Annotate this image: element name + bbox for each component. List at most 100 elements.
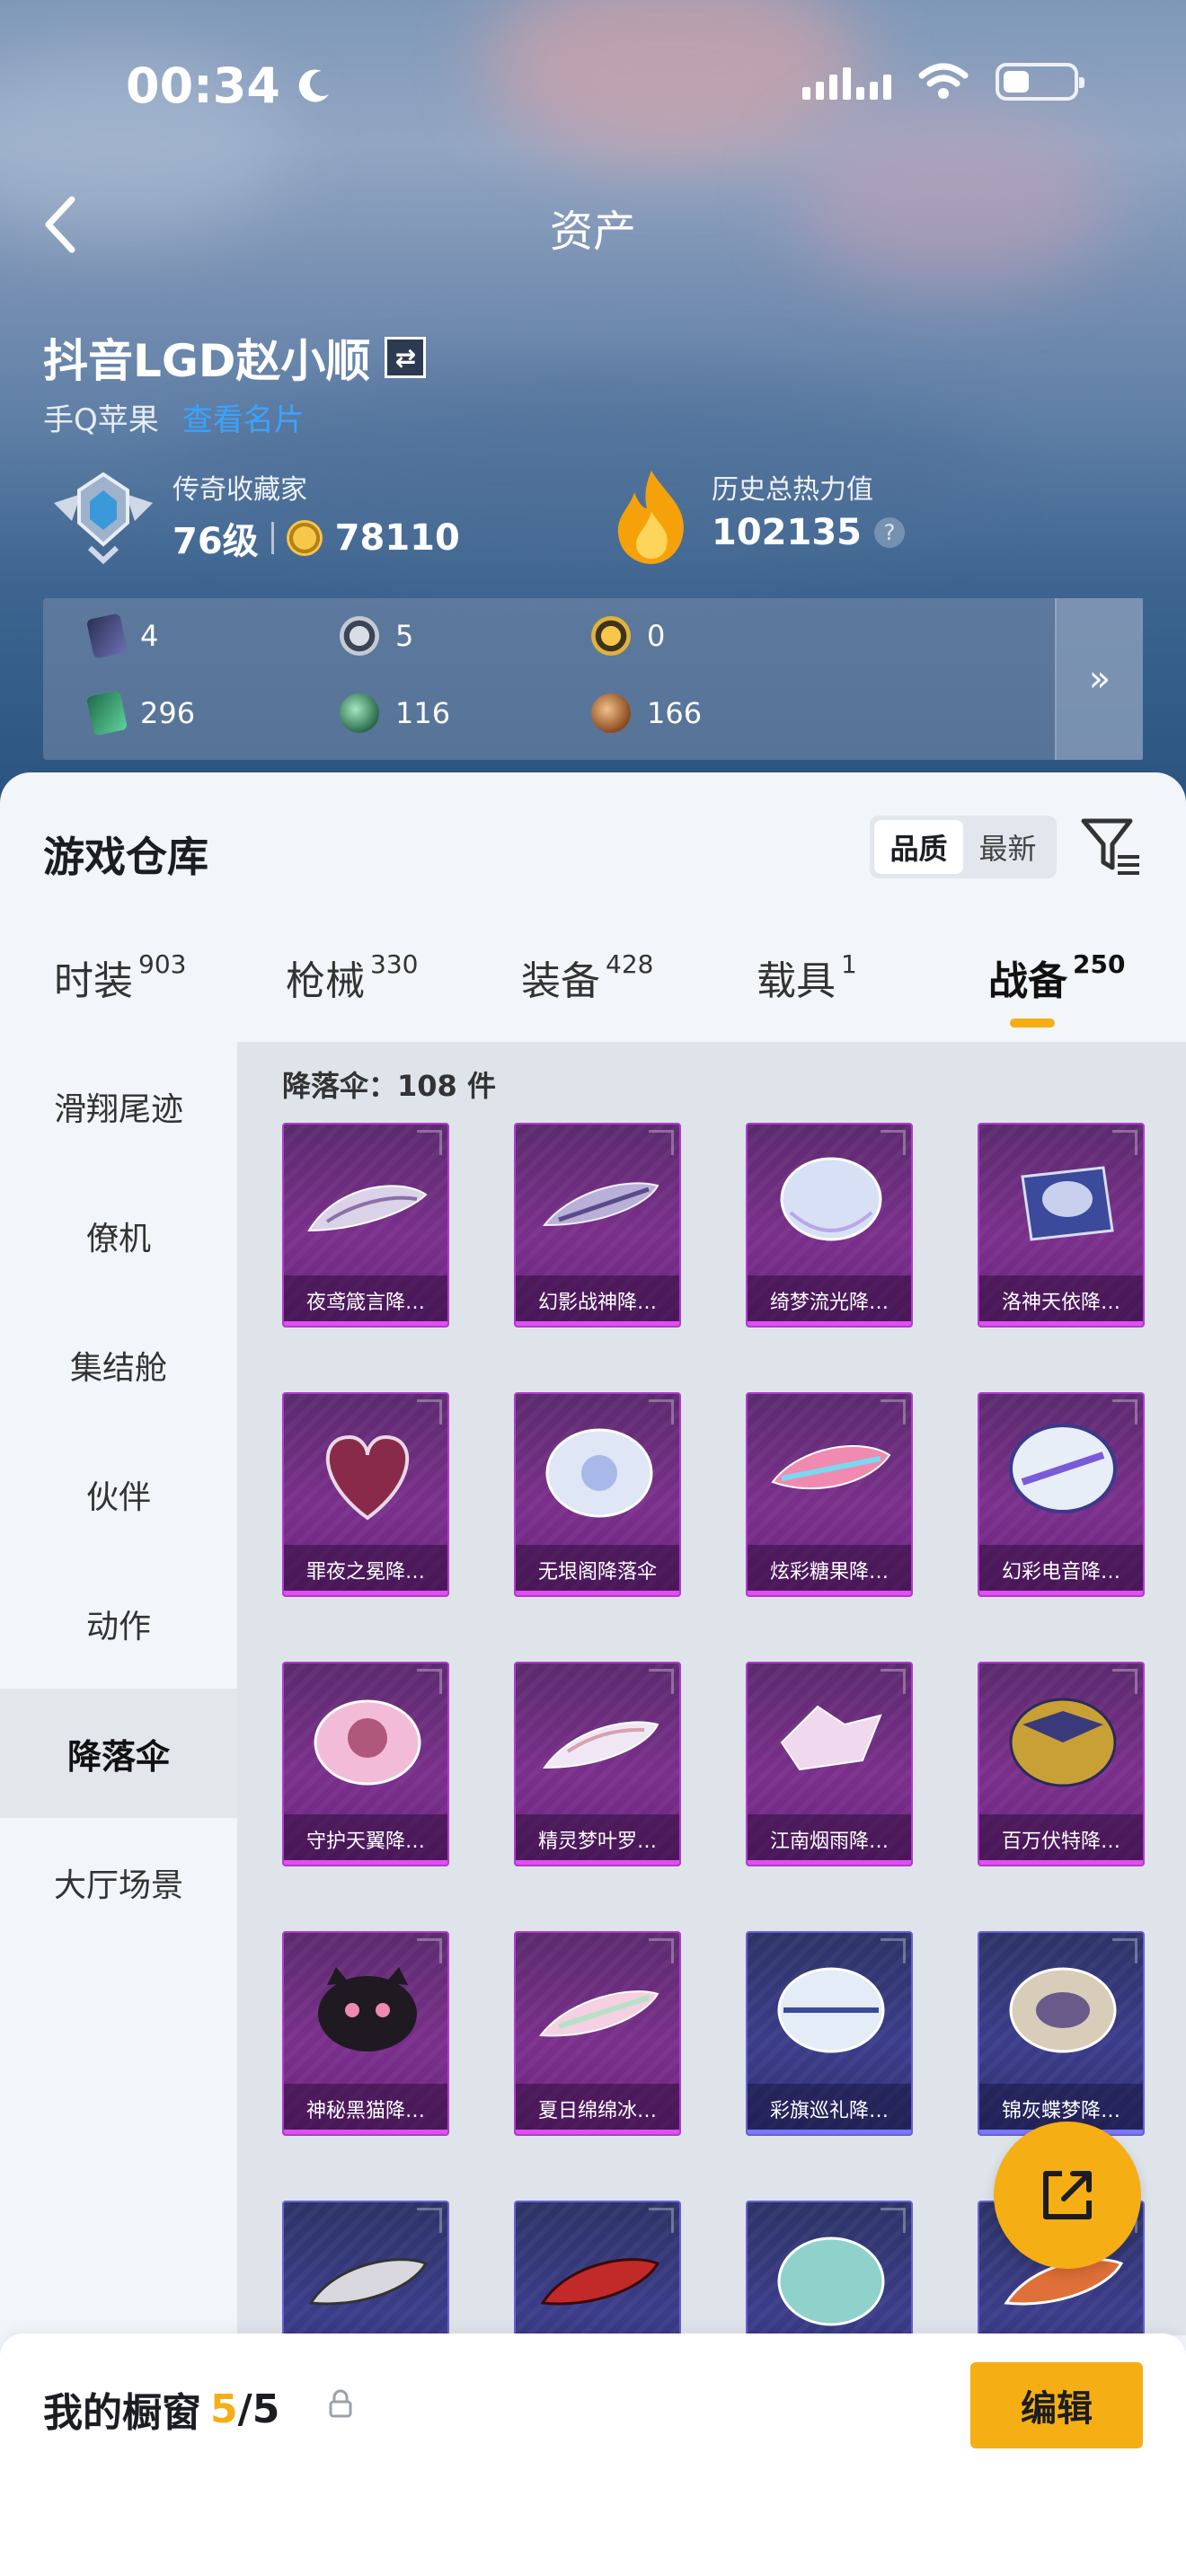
parachute-icon [1009,1967,1117,2053]
battery-icon [996,63,1084,101]
parachute-item-card[interactable] [282,2201,449,2335]
parachute-icon [542,1182,659,1227]
rank-row: 76级 78110 [173,512,460,564]
rank-title: 传奇收藏家 [173,474,307,506]
lock-icon [329,2389,352,2418]
item-name: 夜鸢箴言降… [284,1275,447,1326]
parachute-icon [540,2258,660,2306]
side-item-emote[interactable]: 动作 [0,1559,237,1689]
rarity-bar [979,1591,1143,1595]
parachute-item-card[interactable]: 罪夜之冕降… [282,1392,449,1597]
parachute-item-card[interactable]: 守护天翼降… [282,1662,449,1866]
resource-value: 4 [140,619,159,653]
heat-row: 102135 ? [712,512,905,553]
parachute-item-card[interactable]: 精灵梦叶罗… [514,1662,681,1866]
resource-value: 166 [647,696,703,730]
heat-title: 历史总热力值 [712,474,873,506]
item-name: 江南烟雨降… [748,1814,911,1865]
tab-weapons[interactable]: 枪械 330 [286,948,418,1006]
item-name: 夏日绵绵冰… [516,2084,679,2134]
tab-vehicles[interactable]: 载具 1 [757,948,857,1006]
tab-equipment[interactable]: 装备 428 [521,948,653,1006]
resource-value: 5 [395,619,414,653]
sort-quality[interactable]: 品质 [874,820,963,874]
gold-token-icon [591,616,631,656]
rarity-bar [516,2130,679,2134]
player-level: 76级 [173,521,259,562]
item-name: 无垠阁降落伞 [516,1545,679,1595]
parachute-icon [318,1967,417,2051]
sort-newest[interactable]: 最新 [963,820,1052,874]
rank-badge-icon [54,472,153,565]
tab-fashion[interactable]: 时装 903 [54,948,186,1006]
side-item-wingman[interactable]: 僚机 [0,1171,237,1301]
side-item-partner[interactable]: 伙伴 [0,1430,237,1559]
page-title: 资产 [549,207,636,257]
parachute-item-card[interactable]: 江南烟雨降… [746,1662,913,1866]
rarity-bar [284,1591,447,1595]
item-name: 洛神天依降… [979,1275,1143,1326]
profile-link[interactable]: 查看名片 [182,395,305,439]
parachute-item-card[interactable]: 锦灰蝶梦降… [978,1931,1145,2136]
parachute-item-card[interactable]: 幻彩电音降… [978,1392,1145,1597]
parachute-item-card[interactable] [514,2201,681,2335]
status-icons [802,63,1084,101]
rarity-bar [516,1860,679,1865]
warehouse-title: 游戏仓库 [43,833,208,881]
side-item-assembly-pod[interactable]: 集结舱 [0,1301,237,1430]
hero-header: 00:34 资产 抖音LGD赵小顺 ⇄ 手Q苹果 查看名片 传奇收藏家 76级 … [0,0,1186,808]
divider [270,522,274,554]
parachute-item-card[interactable]: 彩旗巡礼降… [746,1931,913,2136]
showcase-bar: 我的橱窗 5 /5 编辑 [0,2333,1186,2576]
parachute-item-card[interactable]: 绮梦流光降… [746,1123,913,1328]
share-button[interactable] [994,2122,1141,2269]
parachute-item-card[interactable]: 百万伏特降… [978,1662,1145,1866]
item-name: 守护天翼降… [284,1814,447,1865]
status-time: 00:34 [126,54,334,117]
player-platform: 手Q苹果 [43,402,159,438]
rarity-bar [979,1860,1143,1865]
parachute-item-card[interactable]: 无垠阁降落伞 [514,1392,681,1597]
parachute-icon [1009,1698,1117,1787]
tab-battle-gear[interactable]: 战备 250 [988,948,1125,1006]
rarity-bar [516,1321,679,1326]
parachute-item-card[interactable]: 夜鸢箴言降… [282,1123,449,1328]
swap-account-icon[interactable]: ⇄ [385,337,427,378]
side-item-glide-trail[interactable]: 滑翔尾迹 [0,1042,237,1171]
moon-icon [298,69,329,102]
parachute-item-card[interactable]: 洛神天依降… [978,1123,1145,1328]
share-icon [1043,2171,1092,2219]
parachute-item-card[interactable]: 夏日绵绵冰… [514,1931,681,2136]
showcase-title: 我的橱窗 [43,2390,201,2436]
green-card-icon [85,690,128,737]
coin-icon [286,520,323,556]
showcase-total: /5 [237,2386,280,2432]
parachute-item-card[interactable] [746,2201,913,2335]
heat-value: 102135 [712,512,862,553]
side-item-lobby-scene[interactable]: 大厅场景 [0,1818,237,1947]
rarity-bar [748,1591,911,1595]
green-orb-icon [340,693,379,733]
rarity-bar [748,2130,911,2134]
item-name: 百万伏特降… [979,1814,1143,1865]
showcase-current: 5 [210,2386,238,2432]
parachute-item-card[interactable]: 炫彩糖果降… [746,1392,913,1597]
side-item-parachute[interactable]: 降落伞 [0,1689,237,1818]
item-name: 炫彩糖果降… [748,1545,911,1595]
parachute-icon [777,2236,885,2326]
parachute-item-card[interactable]: 神秘黑猫降… [282,1931,449,2136]
item-name: 罪夜之冕降… [284,1545,447,1595]
filter-icon[interactable] [1078,812,1143,880]
item-count: 降落伞：108 件 [282,1069,496,1103]
item-name: 彩旗巡礼降… [748,2084,911,2134]
player-name: 抖音LGD赵小顺 [43,335,371,387]
resources-more-button[interactable]: » [1055,598,1143,760]
bronze-orb-icon [591,693,631,733]
wifi-icon [918,63,969,99]
parachute-item-card[interactable]: 幻影战神降… [514,1123,681,1328]
rarity-bar [516,1591,679,1595]
parachute-icon [780,1157,882,1241]
help-icon[interactable]: ? [874,517,905,548]
edit-button[interactable]: 编辑 [970,2362,1143,2448]
warehouse-sheet: 游戏仓库 品质 最新 时装 903 枪械 330 装备 428 载具 1 战备 250 滑… [0,772,1186,2576]
